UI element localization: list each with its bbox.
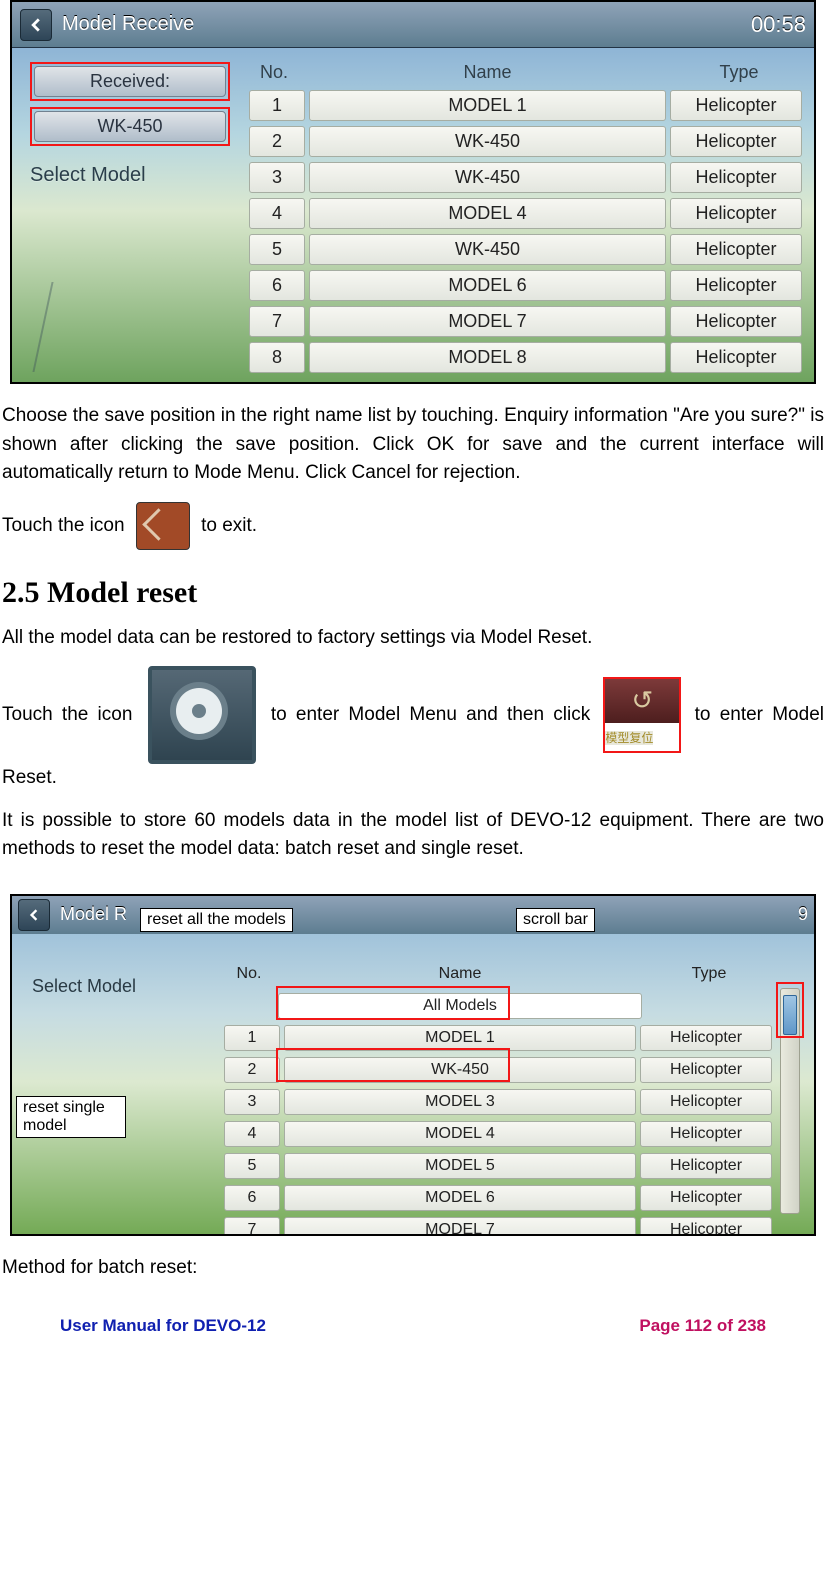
- highlight-single-model: [276, 1048, 510, 1082]
- callout-reset-all: reset all the models: [140, 908, 293, 932]
- callout-reset-single: reset single model: [16, 1096, 126, 1138]
- antenna-graphic: [32, 282, 133, 372]
- highlight-all-models: [276, 986, 510, 1020]
- device-screen-2: Model R 9 Select Model reset all the mod…: [12, 896, 814, 1234]
- table-row[interactable]: 4MODEL 4Helicopter: [222, 1118, 774, 1150]
- table-row[interactable]: 7MODEL 7Helicopter: [247, 303, 804, 339]
- received-label: Received:: [34, 66, 226, 97]
- model-list-table: No. Name Type 1MODEL 1Helicopter 2WK-450…: [247, 57, 804, 375]
- gear-icon: [148, 666, 256, 764]
- table-row[interactable]: 8MODEL 8Helicopter: [247, 339, 804, 375]
- table-row[interactable]: 1MODEL 1Helicopter: [247, 87, 804, 123]
- table-row[interactable]: 3MODEL 3Helicopter: [222, 1086, 774, 1118]
- screen-title: Model Receive: [62, 13, 194, 36]
- back-arrow-icon: [29, 18, 43, 32]
- reset-icon-caption: 模型复位: [605, 731, 653, 745]
- reset-arrow-icon: ↺: [605, 679, 679, 723]
- back-button[interactable]: [20, 9, 52, 41]
- col-header-no-2: No.: [222, 965, 276, 983]
- clock-display: 00:58: [751, 12, 806, 38]
- col-header-no: No.: [247, 62, 301, 83]
- col-header-name-2: Name: [276, 965, 644, 983]
- screenshot-model-reset: Model R 9 Select Model reset all the mod…: [10, 894, 816, 1236]
- paragraph-60-models: It is possible to store 60 models data i…: [2, 807, 824, 864]
- col-header-type-2: Type: [644, 965, 774, 983]
- exit-icon: [136, 502, 190, 550]
- table-row[interactable]: 7MODEL 7Helicopter: [222, 1214, 774, 1234]
- table-row[interactable]: 2WK-450Helicopter: [247, 123, 804, 159]
- select-model-label: Select Model: [30, 164, 230, 187]
- col-header-name: Name: [301, 62, 674, 83]
- paragraph-touch-exit: Touch the icon to exit.: [2, 502, 824, 550]
- model-reset-icon: ↺ 模型复位: [603, 677, 681, 754]
- table-row[interactable]: 6MODEL 6Helicopter: [247, 267, 804, 303]
- paragraph-reset-intro: All the model data can be restored to fa…: [2, 624, 824, 653]
- screenshot-model-receive: Model Receive 00:58 Received: WK-450 Sel…: [10, 0, 816, 384]
- table-row[interactable]: 6MODEL 6Helicopter: [222, 1182, 774, 1214]
- back-arrow-icon: [28, 909, 40, 921]
- side-panel: Received: WK-450 Select Model: [30, 62, 230, 187]
- col-header-type: Type: [674, 62, 804, 83]
- select-model-label-2: Select Model: [32, 976, 136, 997]
- callout-scrollbar: scroll bar: [516, 908, 595, 932]
- paragraph-choose-save: Choose the save position in the right na…: [2, 402, 824, 488]
- footer-left: User Manual for DEVO-12: [60, 1316, 266, 1336]
- highlight-scrollbar: [776, 982, 804, 1038]
- received-value: WK-450: [34, 111, 226, 142]
- clock-2: 9: [798, 904, 808, 925]
- table-row[interactable]: 3WK-450Helicopter: [247, 159, 804, 195]
- paragraph-enter-reset: Touch the icon to enter Model Menu and t…: [2, 666, 824, 793]
- back-button-2[interactable]: [18, 899, 50, 931]
- footer-right: Page 112 of 238: [639, 1316, 766, 1336]
- paragraph-batch-method: Method for batch reset:: [2, 1254, 824, 1283]
- heading-model-reset: 2.5 Model reset: [2, 576, 824, 610]
- device-screen: Model Receive 00:58 Received: WK-450 Sel…: [12, 2, 814, 382]
- table-row[interactable]: 5WK-450Helicopter: [247, 231, 804, 267]
- screen-title-2: Model R: [60, 904, 127, 925]
- title-bar-2: Model R 9: [12, 896, 814, 934]
- document-page: Model Receive 00:58 Received: WK-450 Sel…: [0, 0, 826, 1356]
- table-row[interactable]: 4MODEL 4Helicopter: [247, 195, 804, 231]
- title-bar: Model Receive 00:58: [12, 2, 814, 48]
- page-footer: User Manual for DEVO-12 Page 112 of 238: [0, 1296, 826, 1336]
- table-row[interactable]: 5MODEL 5Helicopter: [222, 1150, 774, 1182]
